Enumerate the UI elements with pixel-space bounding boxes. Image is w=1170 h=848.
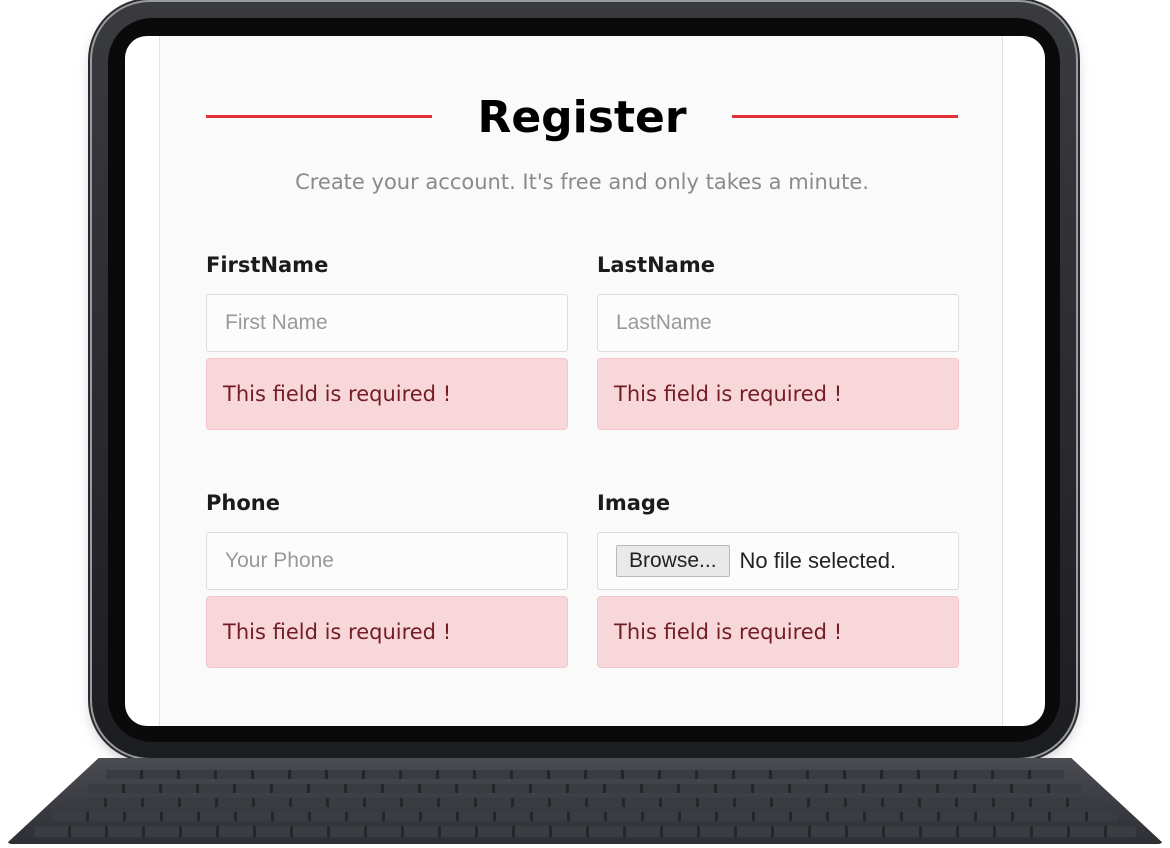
page-subtitle: Create your account. It's free and only … [295,170,869,194]
title-row: Register [206,90,958,146]
first-name-error: This field is required ! [206,358,568,430]
image-group: Image Browse... No file selected. This f… [597,488,959,668]
image-error: This field is required ! [597,596,959,668]
phone-group: Phone Your Phone This field is required … [206,488,568,668]
first-name-input[interactable]: First Name [206,294,568,352]
phone-label: Phone [206,491,280,515]
tablet-frame: Register Create your account. It's free … [92,2,1076,758]
first-name-label: FirstName [206,253,329,277]
keyboard-key-row [52,812,1118,821]
keyboard-key-row [70,798,1100,807]
keyboard [0,752,1170,848]
image-label: Image [597,491,671,515]
keyboard-key-row [106,770,1064,779]
phone-error: This field is required ! [206,596,568,668]
page-title: Register [477,92,687,143]
file-status-text: No file selected. [739,548,897,573]
image-file-input[interactable]: Browse... No file selected. [597,532,959,590]
first-name-group: FirstName First Name This field is requi… [206,250,568,430]
keyboard-body [6,758,1164,844]
keyboard-key-row [88,784,1082,793]
register-card: Register Create your account. It's free … [159,36,1003,726]
last-name-label: LastName [597,253,715,277]
last-name-error: This field is required ! [597,358,959,430]
last-name-input[interactable]: LastName [597,294,959,352]
device-mockup: Register Create your account. It's free … [0,0,1170,848]
keyboard-key-row [34,826,1136,837]
phone-input[interactable]: Your Phone [206,532,568,590]
last-name-group: LastName LastName This field is required… [597,250,959,430]
tablet-screen: Register Create your account. It's free … [125,36,1045,726]
browse-button[interactable]: Browse... [616,545,730,577]
title-divider-right [732,115,958,118]
